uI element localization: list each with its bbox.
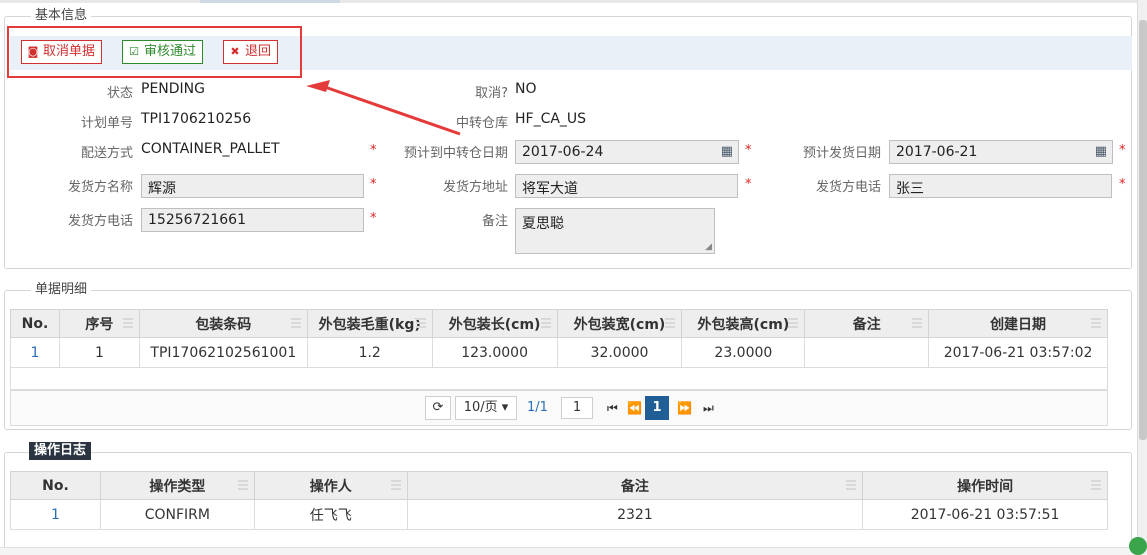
eta-transit-date-input[interactable]: 2017-06-24 ▦ — [515, 140, 739, 164]
shipper-address-input[interactable]: 将军大道 — [515, 174, 738, 198]
log-column-header[interactable]: No. — [10, 471, 101, 500]
vertical-scrollbar[interactable] — [1137, 0, 1147, 555]
pager-bar: ⟳ 10/页 ▾ 1/1 1 ⏮ ⏪ 1 ⏩ ⏭ — [10, 390, 1108, 426]
column-menu-icon[interactable] — [540, 318, 551, 328]
table-cell: 任飞飞 — [253, 499, 408, 530]
shipper-phone-label: 发货方电话 — [815, 180, 881, 195]
page-number-input[interactable]: 1 — [561, 397, 593, 419]
column-menu-icon[interactable] — [788, 318, 799, 328]
plan-no-value: TPI1706210256 — [141, 111, 252, 127]
calendar-icon[interactable]: ▦ — [1095, 144, 1107, 159]
transit-warehouse-label: 中转仓库 — [455, 116, 508, 131]
floating-widget-icon[interactable] — [1129, 537, 1147, 555]
annotation-highlight-box — [7, 26, 302, 78]
table-cell: 1 — [10, 337, 60, 368]
column-menu-icon[interactable] — [1091, 318, 1101, 328]
details-column-header[interactable]: 创建日期 — [928, 309, 1108, 338]
calendar-icon[interactable]: ▦ — [721, 144, 733, 159]
details-table-filler — [10, 367, 1108, 390]
table-cell: 1.2 — [306, 337, 433, 368]
column-menu-icon[interactable] — [290, 318, 301, 328]
table-cell: TPI17062102561001 — [138, 337, 308, 368]
table-cell: 2017-06-21 03:57:51 — [862, 499, 1108, 530]
log-column-header[interactable]: 备注 — [406, 471, 864, 500]
details-column-header[interactable]: 包装条码 — [138, 309, 308, 338]
required-mark: * — [370, 143, 377, 158]
refresh-button[interactable]: ⟳ — [425, 396, 451, 420]
basic-info-legend: 基本信息 — [31, 8, 92, 24]
page-size-select[interactable]: 10/页 ▾ — [455, 396, 517, 420]
details-column-header[interactable]: 外包装宽(cm) — [556, 309, 683, 338]
details-legend: 单据明细 — [31, 282, 92, 298]
details-column-header[interactable]: 备注 — [804, 309, 930, 338]
delivery-method-label: 配送方式 — [80, 146, 133, 161]
table-cell: 123.0000 — [431, 337, 558, 368]
first-page-icon[interactable]: ⏮ — [607, 401, 618, 416]
remark-label: 备注 — [481, 214, 508, 229]
details-column-header[interactable]: 外包装长(cm) — [431, 309, 558, 338]
shipper-name-input[interactable]: 辉源 — [141, 174, 364, 198]
shipper-phone2-label: 发货方电话 — [67, 214, 133, 229]
details-table: No. 序号 包装条码 外包装毛重(kg) 外包装长(cm) 外包装宽(cm) 外包装高(c… — [10, 309, 1108, 368]
table-row[interactable]: 1 1 TPI17062102561001 1.2 123.0000 32.0000 23.… — [10, 337, 1108, 368]
eta-transit-label: 预计到中转仓日期 — [403, 146, 508, 161]
refresh-icon: ⟳ — [432, 400, 444, 415]
column-menu-icon[interactable] — [415, 318, 426, 328]
shipper-phone2-input[interactable]: 15256721661 — [141, 208, 364, 232]
resize-grip-icon[interactable]: ◢ — [705, 243, 712, 252]
details-column-header[interactable]: 外包装高(cm) — [681, 309, 806, 338]
column-menu-icon[interactable] — [122, 318, 133, 328]
column-menu-icon[interactable] — [1091, 480, 1101, 490]
log-column-header[interactable]: 操作类型 — [99, 471, 255, 500]
table-cell: 32.0000 — [556, 337, 683, 368]
shipper-phone-input[interactable]: 张三 — [889, 174, 1112, 198]
table-cell: 1 — [10, 499, 101, 530]
ship-date-input[interactable]: 2017-06-21 ▦ — [889, 140, 1113, 164]
cancelled-value: NO — [515, 81, 537, 97]
transit-warehouse-value: HF_CA_US — [515, 111, 587, 127]
next-page-icon[interactable]: ⏩ — [677, 401, 692, 415]
scrollbar-thumb[interactable] — [1139, 20, 1147, 440]
required-mark: * — [1119, 177, 1126, 192]
column-menu-icon[interactable] — [390, 480, 401, 490]
column-menu-icon[interactable] — [912, 318, 923, 328]
cancelled-label: 取消? — [475, 86, 508, 101]
table-row[interactable]: 1 CONFIRM 任飞飞 2321 2017-06-21 03:57:51 — [10, 499, 1108, 530]
table-cell: 2017-06-21 03:57:02 — [928, 337, 1108, 368]
status-value: PENDING — [141, 81, 205, 97]
required-mark: * — [745, 143, 752, 158]
details-column-header[interactable]: 序号 — [58, 309, 140, 338]
top-divider — [0, 0, 1147, 3]
status-label: 状态 — [106, 86, 133, 101]
column-menu-icon[interactable] — [237, 480, 248, 490]
required-mark: * — [370, 211, 377, 226]
current-page-button[interactable]: 1 — [645, 396, 669, 420]
log-column-header[interactable]: 操作时间 — [862, 471, 1108, 500]
table-cell: 2321 — [406, 499, 864, 530]
table-cell: 1 — [58, 337, 140, 368]
log-legend: 操作日志 — [29, 442, 92, 460]
bottom-status-strip — [0, 547, 1147, 555]
table-cell: CONFIRM — [99, 499, 255, 530]
last-page-icon[interactable]: ⏭ — [703, 401, 714, 416]
column-menu-icon[interactable] — [665, 318, 676, 328]
table-cell: 23.0000 — [681, 337, 806, 368]
page-info: 1/1 — [527, 400, 548, 415]
remark-textarea[interactable]: 夏思聪 ◢ — [515, 208, 715, 254]
column-menu-icon[interactable] — [846, 480, 857, 490]
shipper-name-label: 发货方名称 — [67, 180, 133, 195]
table-cell — [804, 337, 930, 368]
ship-date-label: 预计发货日期 — [802, 146, 881, 161]
details-column-header[interactable]: 外包装毛重(kg) — [306, 309, 433, 338]
details-column-header[interactable]: No. — [10, 309, 60, 338]
plan-no-label: 计划单号 — [80, 116, 133, 131]
log-column-header[interactable]: 操作人 — [253, 471, 408, 500]
log-table: No. 操作类型 操作人 备注 操作时间 1 CONFIRM 任飞飞 2321 2017-06-… — [10, 471, 1108, 530]
prev-page-icon[interactable]: ⏪ — [627, 401, 642, 415]
required-mark: * — [745, 177, 752, 192]
delivery-method-value: CONTAINER_PALLET — [141, 141, 280, 157]
required-mark: * — [1119, 143, 1126, 158]
required-mark: * — [370, 177, 377, 192]
shipper-address-label: 发货方地址 — [442, 180, 508, 195]
